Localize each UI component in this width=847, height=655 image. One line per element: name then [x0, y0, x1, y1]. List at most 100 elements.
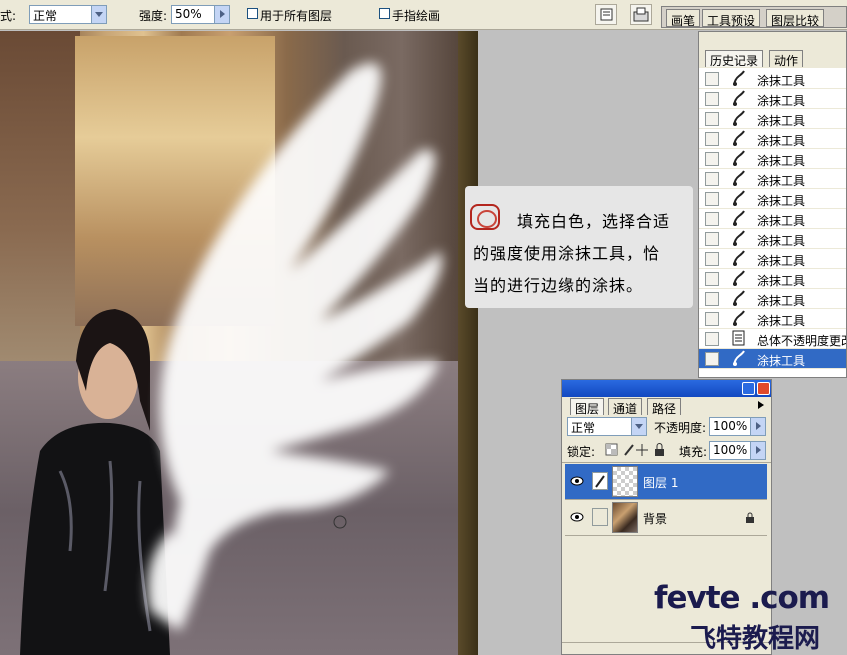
history-item[interactable]: 涂抹工具	[699, 349, 846, 369]
snapshot-source-checkbox[interactable]	[705, 332, 719, 346]
snapshot-source-checkbox[interactable]	[705, 192, 719, 206]
history-item[interactable]: 涂抹工具	[699, 249, 846, 269]
tab-actions[interactable]: 动作	[769, 50, 804, 68]
file-browser-icon	[633, 7, 649, 22]
all-layers-label: 用于所有图层	[260, 9, 333, 23]
snapshot-source-checkbox[interactable]	[705, 92, 719, 106]
history-list: 涂抹工具 涂抹工具 涂抹工具 涂抹工具 涂抹工具 涂抹工具 涂抹工具 涂抹工具 涂抹工具 涂抹工具…	[699, 68, 846, 377]
close-icon[interactable]	[757, 382, 770, 395]
snapshot-source-checkbox[interactable]	[705, 132, 719, 146]
fill-label: 填充:	[679, 445, 708, 459]
lock-icon	[745, 512, 755, 527]
tab-layers[interactable]: 图层	[570, 398, 605, 416]
history-item[interactable]: 涂抹工具	[699, 129, 846, 149]
all-layers-checkbox[interactable]	[247, 8, 258, 19]
fill-input[interactable]: 100%	[709, 441, 766, 460]
snapshot-source-checkbox[interactable]	[705, 232, 719, 246]
layer-name: 图层 1	[643, 476, 679, 490]
snapshot-source-checkbox[interactable]	[705, 272, 719, 286]
panel-menu-icon[interactable]	[758, 401, 764, 409]
smudge-icon	[731, 310, 747, 327]
history-item[interactable]: 总体不透明度更改	[699, 329, 846, 349]
snapshot-source-checkbox[interactable]	[705, 352, 719, 366]
palette-toggle-button[interactable]	[595, 4, 617, 25]
snapshot-source-checkbox[interactable]	[705, 112, 719, 126]
tutorial-caption: 填充白色，选择合适 的强度使用涂抹工具，恰 当的进行边缘的涂抹。	[465, 186, 693, 308]
watermark-domain: fevte .com	[654, 580, 830, 616]
history-item[interactable]: 涂抹工具	[699, 149, 846, 169]
lock-move-icon	[636, 444, 648, 456]
finger-paint-checkbox[interactable]	[379, 8, 390, 19]
well-tab-tool-presets[interactable]: 工具预设	[702, 9, 761, 28]
layer-row[interactable]: 图层 1	[565, 464, 767, 500]
history-item-label: 涂抹工具	[757, 294, 806, 308]
blend-mode-select[interactable]: 正常	[567, 417, 647, 436]
history-item[interactable]: 涂抹工具	[699, 69, 846, 89]
chevron-right-icon	[750, 418, 765, 435]
document-icon	[731, 330, 747, 347]
smudge-icon	[731, 70, 747, 87]
history-item[interactable]: 涂抹工具	[699, 109, 846, 129]
document-canvas[interactable]	[0, 31, 478, 655]
caption-line-2: 的强度使用涂抹工具，恰	[473, 244, 661, 263]
minimize-icon[interactable]	[742, 382, 755, 395]
snapshot-source-checkbox[interactable]	[705, 72, 719, 86]
mode-label: 式:	[0, 9, 17, 23]
snapshot-source-checkbox[interactable]	[705, 152, 719, 166]
tab-channels[interactable]: 通道	[608, 398, 643, 416]
lock-all-icon	[655, 443, 664, 456]
strength-label: 强度:	[139, 9, 168, 23]
smudge-icon	[731, 170, 747, 187]
layer-link-box[interactable]	[592, 508, 608, 526]
file-browser-button[interactable]	[630, 4, 652, 25]
history-item[interactable]: 涂抹工具	[699, 269, 846, 289]
smudge-icon	[731, 190, 747, 207]
history-item[interactable]: 涂抹工具	[699, 289, 846, 309]
finger-paint-label: 手指绘画	[392, 9, 441, 23]
history-item[interactable]: 涂抹工具	[699, 309, 846, 329]
caption-line-1: 填充白色，选择合适	[517, 212, 671, 231]
smudge-icon	[731, 130, 747, 147]
tab-history[interactable]: 历史记录	[705, 50, 764, 68]
snapshot-source-checkbox[interactable]	[705, 212, 719, 226]
opacity-value: 100%	[713, 419, 748, 433]
snapshot-source-checkbox[interactable]	[705, 312, 719, 326]
wing-overlay	[147, 62, 442, 632]
tab-paths[interactable]: 路径	[647, 398, 682, 416]
history-panel: 历史记录 动作 涂抹工具 涂抹工具 涂抹工具 涂抹工具 涂抹工具 涂抹工具 涂抹工具 涂抹工具…	[698, 31, 847, 378]
history-item[interactable]: 涂抹工具	[699, 189, 846, 209]
history-item[interactable]: 涂抹工具	[699, 229, 846, 249]
well-tab-brushes[interactable]: 画笔	[666, 9, 701, 28]
smudge-icon	[731, 230, 747, 247]
eye-icon[interactable]	[570, 475, 584, 487]
history-item[interactable]: 涂抹工具	[699, 209, 846, 229]
eye-icon[interactable]	[570, 511, 584, 523]
layer-link-box[interactable]	[592, 472, 608, 490]
snapshot-source-checkbox[interactable]	[705, 292, 719, 306]
opacity-label: 不透明度:	[654, 421, 707, 435]
strength-input[interactable]: 50%	[171, 5, 230, 24]
well-tab-layer-comps[interactable]: 图层比较	[766, 9, 825, 28]
brush-icon	[595, 475, 605, 488]
snapshot-source-checkbox[interactable]	[705, 172, 719, 186]
history-item-label: 涂抹工具	[757, 194, 806, 208]
smudge-icon	[731, 350, 747, 367]
chevron-down-icon	[631, 418, 646, 435]
palette-icon	[600, 8, 613, 21]
lock-transparent-icon	[605, 443, 618, 456]
history-item-label: 涂抹工具	[757, 214, 806, 228]
snapshot-source-checkbox[interactable]	[705, 252, 719, 266]
smudge-icon	[731, 250, 747, 267]
layer-thumbnail	[612, 466, 638, 497]
mode-select[interactable]: 正常	[29, 5, 107, 24]
history-item[interactable]: 涂抹工具	[699, 169, 846, 189]
smudge-icon	[731, 270, 747, 287]
seal-stamp-icon	[470, 204, 500, 230]
opacity-input[interactable]: 100%	[709, 417, 766, 436]
history-item[interactable]: 涂抹工具	[699, 89, 846, 109]
history-item-label: 涂抹工具	[757, 134, 806, 148]
layer-row[interactable]: 背景	[565, 500, 767, 536]
palette-well: 画笔 工具预设 图层比较	[661, 6, 847, 28]
smudge-icon	[731, 150, 747, 167]
watermark-name: 飞特教程网	[690, 624, 821, 654]
